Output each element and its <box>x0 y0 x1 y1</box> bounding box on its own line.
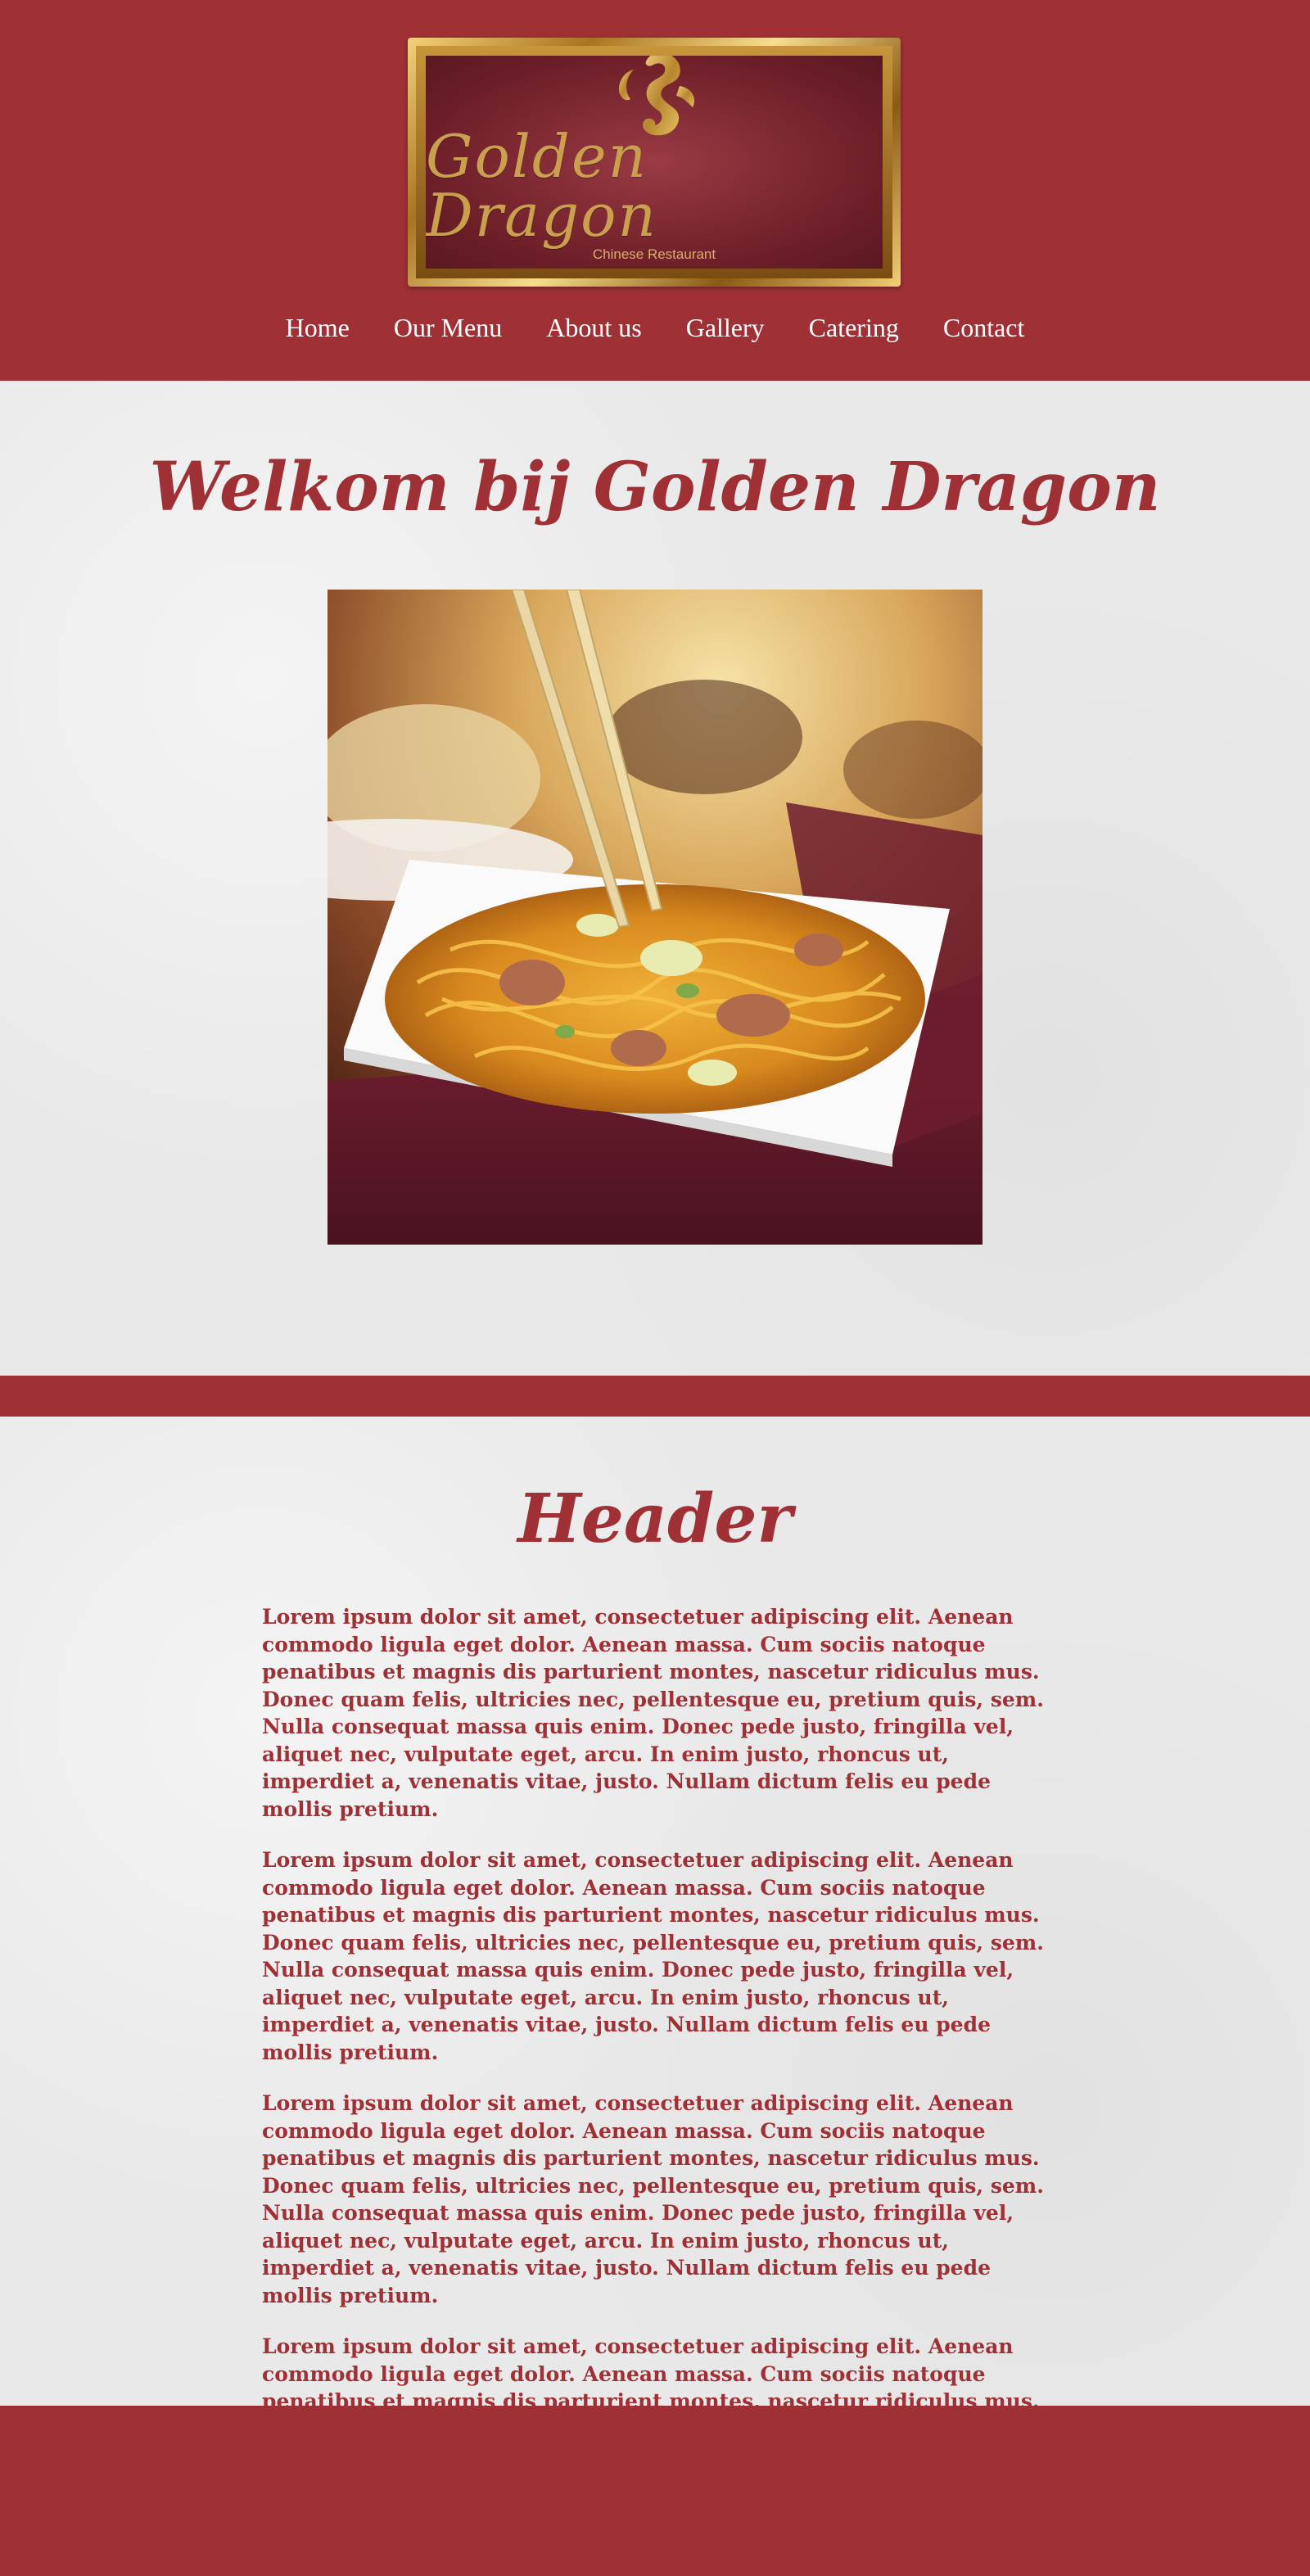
main-nav: Home Our Menu About us Gallery Catering … <box>0 307 1310 348</box>
logo-canvas: Golden Dragon Chinese Restaurant <box>426 56 883 269</box>
noodle-dish-illustration <box>328 590 982 1245</box>
logo-frame-border: Golden Dragon Chinese Restaurant <box>416 46 892 278</box>
welcome-title: Welkom bij Golden Dragon <box>149 448 1161 526</box>
logo[interactable]: Golden Dragon Chinese Restaurant <box>408 38 901 287</box>
nav-item-contact[interactable]: Contact <box>943 307 1025 348</box>
logo-tagline: Chinese Restaurant <box>592 246 716 262</box>
paragraph: Lorem ipsum dolor sit amet, consectetuer… <box>262 2091 1044 2307</box>
paragraph: Lorem ipsum dolor sit amet, consectetuer… <box>262 1605 1044 1821</box>
hero-image <box>328 590 982 1245</box>
nav-item-about-us[interactable]: About us <box>546 307 641 348</box>
section-header-title: Header <box>517 1480 793 1558</box>
nav-item-gallery[interactable]: Gallery <box>686 307 765 348</box>
nav-item-catering[interactable]: Catering <box>809 307 899 348</box>
nav-item-home[interactable]: Home <box>286 307 350 348</box>
nav-item-our-menu[interactable]: Our Menu <box>394 307 502 348</box>
logo-name: Golden Dragon <box>426 122 657 250</box>
site-footer <box>0 2406 1310 2569</box>
paragraph: Lorem ipsum dolor sit amet, consectetuer… <box>262 1848 1044 2064</box>
